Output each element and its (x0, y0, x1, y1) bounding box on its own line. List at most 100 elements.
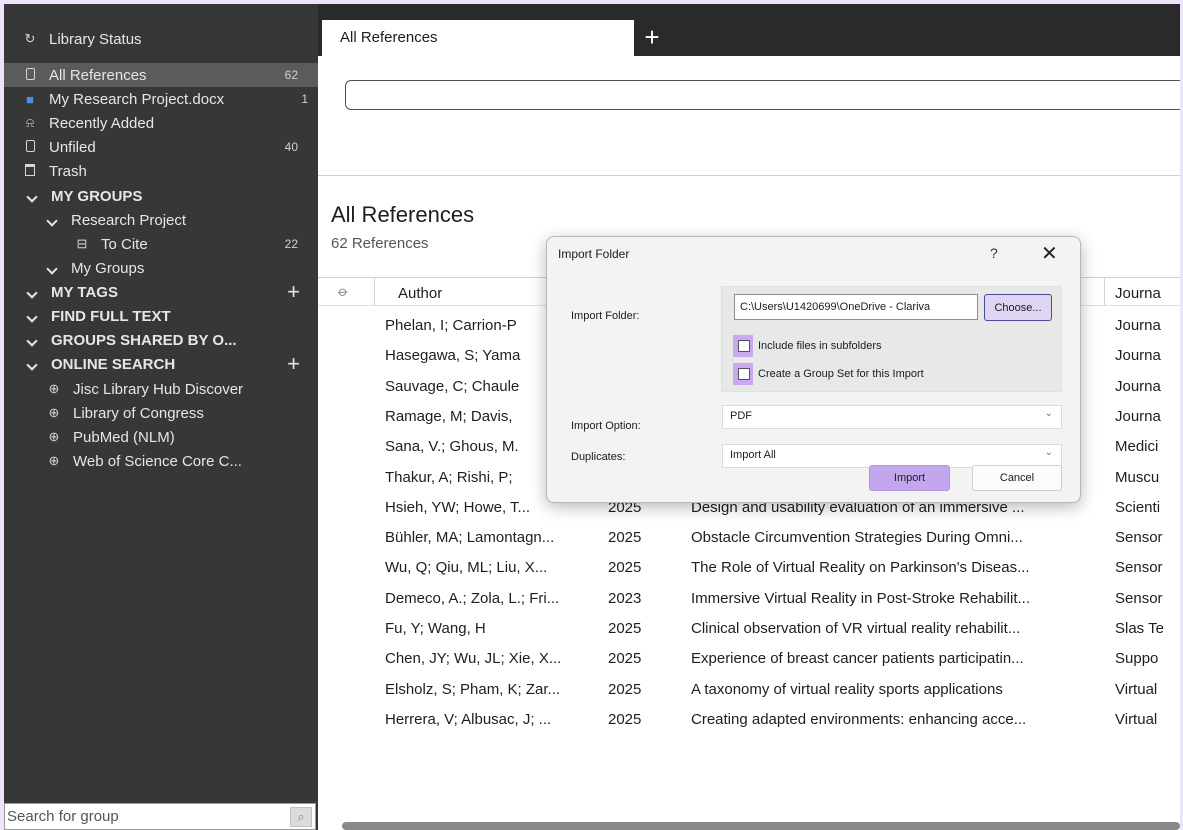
year-cell: 2025 (608, 650, 642, 668)
attachment-icon[interactable]: ⌀ (335, 282, 352, 300)
sidebar-item-my-research-project[interactable]: ■ My Research Project.docx 1 (4, 87, 318, 111)
chevron-down-icon (43, 261, 61, 276)
clipboard-icon (21, 139, 39, 155)
table-row[interactable]: Wu, Q; Qiu, ML; Liu, X... 2025 The Role of… (318, 553, 1180, 583)
journal-cell: Virtual (1115, 710, 1158, 728)
chevron-down-icon (23, 309, 41, 324)
inbox-icon: ⊟ (76, 236, 88, 251)
table-row[interactable]: Elsholz, S; Pham, K; Zar... 2025 A taxonom… (318, 675, 1180, 705)
year-cell: 2025 (608, 680, 642, 698)
journal-cell: Sensor (1115, 589, 1163, 607)
table-row[interactable]: Fu, Y; Wang, H 2025 Clinical observation o… (318, 614, 1180, 644)
journal-cell: Virtual (1115, 680, 1158, 698)
year-cell: 2025 (608, 559, 642, 577)
title-cell: Clinical observation of VR virtual reali… (691, 620, 1021, 637)
sidebar-item-library-status[interactable]: ↻ Library Status (4, 27, 318, 51)
journal-cell: Sensor (1115, 529, 1163, 547)
online-item-jisc[interactable]: ⊕ Jisc Library Hub Discover (4, 377, 318, 401)
sidebar: ↻ Library Status All References 62 ■ My … (4, 4, 318, 830)
sidebar-item-unfiled[interactable]: Unfiled 40 (4, 135, 318, 159)
dialog-title: Import Folder (558, 247, 630, 261)
year-cell: 2025 (608, 529, 642, 547)
sidebar-item-trash[interactable]: Trash (4, 159, 318, 183)
globe-icon: ⊕ (48, 405, 60, 420)
sync-icon: ↻ (24, 31, 36, 46)
journal-cell: Slas Te (1115, 620, 1164, 637)
table-row[interactable]: Bühler, MA; Lamontagn... 2025 Obstacle Cir… (318, 523, 1180, 553)
folder-path-field[interactable]: C:\Users\U1420699\OneDrive - Clariva (734, 294, 978, 320)
create-group-set-checkbox[interactable] (738, 368, 750, 380)
quick-search-input[interactable] (345, 80, 1180, 110)
table-row[interactable]: Demeco, A.; Zola, L.; Fri... 2023 Immersiv… (318, 584, 1180, 614)
table-row[interactable]: Herrera, V; Albusac, J; ... 2025 Creating … (318, 705, 1180, 735)
journal-cell: Sensor (1115, 559, 1163, 577)
author-cell: Elsholz, S; Pham, K; Zar... (385, 680, 561, 698)
sidebar-item-all-references[interactable]: All References 62 (4, 63, 318, 87)
online-item-pubmed[interactable]: ⊕ PubMed (NLM) (4, 425, 318, 449)
section-groups-shared[interactable]: GROUPS SHARED BY O... (4, 328, 318, 352)
app-window: ↻ Library Status All References 62 ■ My … (4, 4, 1180, 830)
journal-cell: Suppo (1115, 650, 1159, 668)
journal-cell: Scienti (1115, 498, 1161, 516)
chevron-down-icon (23, 285, 41, 300)
choose-button[interactable]: Choose... (984, 294, 1052, 321)
add-tab-button[interactable]: + (640, 22, 664, 53)
author-cell: Fu, Y; Wang, H (385, 620, 486, 637)
author-cell: Wu, Q; Qiu, ML; Liu, X... (385, 559, 548, 577)
online-item-web-of-science[interactable]: ⊕ Web of Science Core C... (4, 449, 318, 473)
import-option-select[interactable]: PDF ⌄ (722, 405, 1062, 429)
journal-cell: Muscu (1115, 468, 1160, 486)
globe-icon: ⊕ (48, 381, 60, 396)
section-my-tags[interactable]: MY TAGS + (4, 280, 318, 304)
journal-cell: Journa (1115, 377, 1161, 395)
search-icon[interactable]: ⌕ (290, 806, 312, 827)
count-badge: 22 (284, 237, 298, 251)
chevron-down-icon: ⌄ (1044, 447, 1053, 458)
group-search-box: ⌕ (4, 803, 316, 830)
sidebar-item-recently-added[interactable]: ⍾ Recently Added (4, 111, 318, 135)
close-icon[interactable]: ✕ (1041, 241, 1058, 266)
add-online-search-button[interactable]: + (287, 353, 318, 375)
word-doc-icon: ■ (26, 91, 34, 107)
horizontal-scrollbar[interactable] (342, 822, 1180, 830)
column-divider[interactable] (1104, 278, 1105, 306)
section-find-full-text[interactable]: FIND FULL TEXT (4, 304, 318, 328)
import-option-value: PDF (730, 410, 752, 422)
chevron-down-icon (23, 333, 41, 348)
table-row[interactable]: Chen, JY; Wu, JL; Xie, X... 2025 Experienc… (318, 644, 1180, 674)
group-my-groups[interactable]: My Groups (4, 256, 318, 280)
help-button[interactable]: ? (990, 245, 998, 261)
column-author[interactable]: Author (398, 285, 442, 302)
group-to-cite[interactable]: ⊟ To Cite 22 (4, 232, 318, 256)
count-badge: 1 (301, 92, 308, 106)
column-divider[interactable] (374, 278, 375, 306)
count-badge: 62 (284, 68, 298, 82)
create-group-set-label[interactable]: Create a Group Set for this Import (758, 368, 924, 380)
include-subfolders-checkbox[interactable] (738, 340, 750, 352)
page-title: All References (331, 202, 475, 227)
import-button[interactable]: Import (869, 465, 950, 491)
group-search-input[interactable] (5, 804, 290, 829)
add-tag-button[interactable]: + (287, 281, 318, 303)
title-cell: Experience of breast cancer patients par… (691, 650, 1024, 668)
section-my-groups[interactable]: MY GROUPS (4, 184, 318, 208)
author-cell: Demeco, A.; Zola, L.; Fri... (385, 589, 560, 607)
cancel-button[interactable]: Cancel (972, 465, 1062, 491)
section-online-search[interactable]: ONLINE SEARCH + (4, 352, 318, 376)
trash-icon (21, 163, 39, 179)
globe-icon: ⊕ (48, 453, 60, 468)
journal-cell: Medici (1115, 438, 1159, 456)
group-research-project[interactable]: Research Project (4, 208, 318, 232)
include-subfolders-label[interactable]: Include files in subfolders (758, 340, 882, 352)
author-cell: Herrera, V; Albusac, J; ... (385, 710, 552, 728)
import-option-label: Import Option: (571, 420, 641, 432)
title-cell: Immersive Virtual Reality in Post-Stroke… (691, 589, 1031, 607)
import-folder-label: Import Folder: (571, 310, 640, 322)
divider (318, 175, 1180, 176)
title-cell: A taxonomy of virtual reality sports app… (691, 680, 1003, 698)
column-journal[interactable]: Journa (1115, 285, 1161, 302)
author-cell: Bühler, MA; Lamontagn... (385, 529, 555, 547)
journal-cell: Journa (1115, 407, 1161, 425)
tab-all-references[interactable]: All References (322, 20, 634, 56)
online-item-library-of-congress[interactable]: ⊕ Library of Congress (4, 401, 318, 425)
